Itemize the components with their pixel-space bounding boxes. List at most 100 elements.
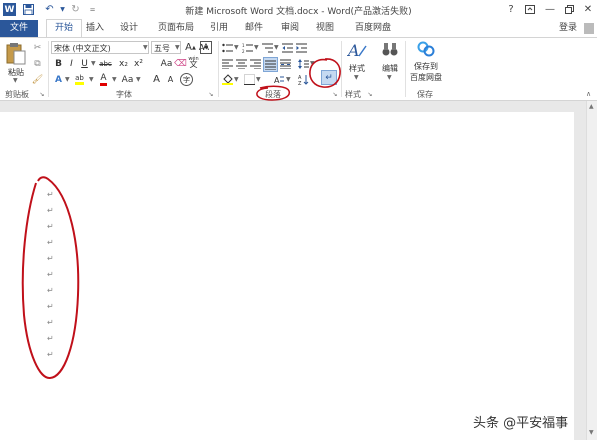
chinese-layout-dropdown-icon[interactable]: ▼ bbox=[286, 76, 291, 83]
close-button[interactable]: ✕ bbox=[580, 2, 596, 17]
change-case-dropdown-icon[interactable]: ▼ bbox=[136, 76, 141, 83]
scroll-up-icon[interactable]: ▲ bbox=[589, 103, 594, 110]
shading-icon[interactable] bbox=[221, 73, 234, 86]
styles-icon: A bbox=[347, 41, 367, 59]
grow-font-button[interactable]: A ▲ bbox=[184, 41, 197, 54]
tab-home[interactable]: 开始 bbox=[46, 19, 82, 38]
tab-mailings[interactable]: 邮件 bbox=[243, 20, 265, 37]
font-group-label: 字体 bbox=[116, 90, 132, 99]
font-name-dropdown-icon[interactable]: ▼ bbox=[143, 44, 148, 51]
bullets-icon[interactable] bbox=[221, 41, 234, 54]
editing-button-label: 编辑 bbox=[382, 64, 398, 73]
title-bar: W ↶ ▼ ↻ = 新建 Microsoft Word 文档.docx - Wo… bbox=[0, 0, 597, 20]
grow-font-label: A bbox=[185, 42, 192, 53]
svg-text:2: 2 bbox=[242, 49, 245, 53]
bullets-dropdown-icon[interactable]: ▼ bbox=[234, 44, 239, 51]
styles-button-label: 样式 bbox=[349, 64, 365, 73]
paste-button[interactable]: 粘贴 ▼ bbox=[3, 41, 29, 85]
login-link[interactable]: 登录 bbox=[556, 20, 580, 37]
save-group-label: 保存 bbox=[417, 90, 433, 99]
collapse-ribbon-icon[interactable]: ∧ bbox=[586, 90, 591, 98]
restore-button[interactable] bbox=[561, 2, 577, 17]
text-effects-dropdown-icon[interactable]: ▼ bbox=[65, 76, 70, 83]
watermark: 头条 @平安福事 bbox=[473, 416, 569, 431]
styles-launcher-icon[interactable]: ↘ bbox=[366, 90, 374, 98]
save-to-baidu-label-1: 保存到 bbox=[414, 62, 438, 71]
multilevel-list-dropdown-icon[interactable]: ▼ bbox=[274, 44, 279, 51]
tab-review[interactable]: 审阅 bbox=[279, 20, 301, 37]
copy-icon[interactable]: ⧉ bbox=[31, 57, 44, 70]
styles-group-label: 样式 bbox=[345, 90, 361, 99]
phonetic-guide-char: 文 bbox=[189, 59, 198, 69]
highlight-button[interactable]: ab bbox=[73, 73, 86, 86]
scroll-down-icon[interactable]: ▼ bbox=[589, 429, 594, 436]
superscript-button[interactable]: x² bbox=[132, 57, 145, 70]
svg-text:1: 1 bbox=[242, 43, 245, 48]
underline-dropdown-icon[interactable]: ▼ bbox=[91, 60, 96, 67]
save-to-baidu-button[interactable]: 保存到 百度网盘 bbox=[407, 41, 445, 87]
italic-button[interactable]: I bbox=[65, 57, 78, 70]
tab-layout[interactable]: 页面布局 bbox=[154, 20, 198, 37]
tab-references[interactable]: 引用 bbox=[208, 20, 230, 37]
highlight-dropdown-icon[interactable]: ▼ bbox=[89, 76, 94, 83]
font-color-button[interactable]: A bbox=[97, 73, 110, 86]
bold-button[interactable]: B bbox=[52, 57, 65, 70]
grow-font-button-2[interactable]: A bbox=[150, 73, 163, 86]
numbering-icon[interactable]: 12 bbox=[241, 41, 254, 54]
clipboard-launcher-icon[interactable]: ↘ bbox=[38, 90, 46, 98]
tab-design[interactable]: 设计 bbox=[118, 20, 140, 37]
tab-baidu-netdisk[interactable]: 百度网盘 bbox=[351, 20, 395, 37]
paragraph-launcher-icon[interactable]: ↘ bbox=[331, 90, 339, 98]
paste-dropdown-icon: ▼ bbox=[13, 77, 18, 84]
decrease-indent-icon[interactable] bbox=[281, 41, 294, 54]
help-button[interactable]: ? bbox=[503, 2, 519, 17]
annotation-circle-show-hide bbox=[309, 58, 341, 88]
cut-icon[interactable]: ✂ bbox=[31, 41, 44, 54]
multilevel-list-icon[interactable] bbox=[261, 41, 274, 54]
shading-dropdown-icon[interactable]: ▼ bbox=[234, 76, 239, 83]
editing-dropdown-icon: ▼ bbox=[387, 74, 392, 81]
align-center-icon[interactable] bbox=[235, 57, 248, 70]
align-left-icon[interactable] bbox=[221, 57, 234, 70]
minimize-button[interactable]: — bbox=[542, 2, 558, 17]
enclose-characters-button[interactable]: 字 bbox=[180, 73, 193, 86]
save-to-baidu-label-2: 百度网盘 bbox=[410, 73, 442, 82]
font-name-select[interactable]: 宋体 (中文正文) bbox=[51, 41, 149, 54]
font-size-dropdown-icon[interactable]: ▼ bbox=[175, 44, 180, 51]
subscript-button[interactable]: x₂ bbox=[117, 57, 130, 70]
tab-insert[interactable]: 插入 bbox=[84, 20, 106, 37]
change-case-button[interactable]: Aa bbox=[160, 57, 173, 70]
editing-button[interactable]: 编辑 ▼ bbox=[377, 41, 403, 87]
tab-view[interactable]: 视图 bbox=[314, 20, 336, 37]
character-border-button[interactable]: A bbox=[200, 41, 212, 54]
numbering-dropdown-icon[interactable]: ▼ bbox=[254, 44, 259, 51]
styles-button[interactable]: A 样式 ▼ bbox=[344, 41, 370, 87]
ribbon-display-options-icon[interactable] bbox=[522, 2, 538, 17]
ribbon: 粘贴 ▼ ✂ ⧉ 🖌 剪贴板 ↘ 宋体 (中文正文) ▼ 五号 ▼ A ▲ A ▼ … bbox=[0, 37, 597, 101]
font-color-dropdown-icon[interactable]: ▼ bbox=[112, 76, 117, 83]
tab-file[interactable]: 文件 bbox=[0, 20, 38, 37]
clear-formatting-icon[interactable]: ⌫ bbox=[174, 57, 187, 70]
text-effects-button[interactable]: A bbox=[52, 73, 65, 86]
align-right-icon[interactable] bbox=[249, 57, 262, 70]
strikethrough-button[interactable]: abc bbox=[99, 57, 112, 70]
user-avatar-icon[interactable] bbox=[584, 23, 594, 34]
shrink-font-button-2[interactable]: A bbox=[164, 73, 177, 86]
format-painter-icon[interactable]: 🖌 bbox=[31, 73, 44, 86]
svg-text:Z: Z bbox=[298, 81, 302, 85]
vertical-scrollbar[interactable]: ▲ ▼ bbox=[586, 101, 597, 440]
font-launcher-icon[interactable]: ↘ bbox=[207, 90, 215, 98]
distributed-icon[interactable] bbox=[279, 57, 292, 70]
increase-indent-icon[interactable] bbox=[295, 41, 308, 54]
group-separator bbox=[405, 41, 406, 97]
highlight-label: ab bbox=[75, 74, 84, 85]
phonetic-guide-button[interactable]: wén 文 bbox=[187, 55, 200, 69]
justify-icon[interactable] bbox=[263, 57, 278, 72]
annotation-loop-paragraph-marks bbox=[21, 176, 80, 379]
change-case-button-2[interactable]: Aa bbox=[121, 73, 134, 86]
styles-dropdown-icon: ▼ bbox=[354, 74, 359, 81]
borders-dropdown-icon[interactable]: ▼ bbox=[256, 76, 261, 83]
clipboard-group-label: 剪贴板 bbox=[5, 90, 29, 99]
binoculars-icon bbox=[382, 43, 398, 56]
underline-button[interactable]: U bbox=[78, 57, 91, 70]
